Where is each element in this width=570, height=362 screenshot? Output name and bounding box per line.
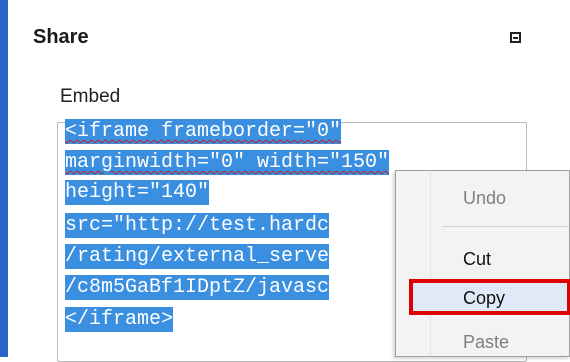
context-menu: Undo Cut Copy Paste (395, 170, 570, 357)
menu-gutter (430, 171, 431, 356)
embed-code-line[interactable]: src="http://test.hardc (65, 213, 330, 238)
embed-code-line[interactable]: marginwidth="0" width="150" (65, 150, 390, 175)
embed-code-line[interactable]: </iframe> (65, 307, 174, 332)
menu-item-paste[interactable]: Paste (463, 332, 509, 353)
panel-header: Share (24, 14, 534, 54)
menu-item-cut[interactable]: Cut (463, 249, 491, 270)
panel-title: Share (33, 26, 89, 48)
window-border (0, 0, 8, 357)
menu-divider (442, 226, 569, 227)
embed-code-line[interactable]: /c8m5GaBf1IDptZ/javasc (65, 275, 330, 300)
collapse-icon[interactable] (510, 32, 521, 43)
embed-code-line[interactable]: <iframe frameborder="0" (65, 119, 342, 144)
embed-code-line[interactable]: /rating/external_serve (65, 244, 330, 269)
menu-item-copy[interactable]: Copy (463, 288, 505, 309)
menu-item-undo[interactable]: Undo (463, 188, 506, 209)
embed-code-line[interactable]: height="140" (65, 180, 210, 205)
embed-label: Embed (60, 86, 121, 107)
